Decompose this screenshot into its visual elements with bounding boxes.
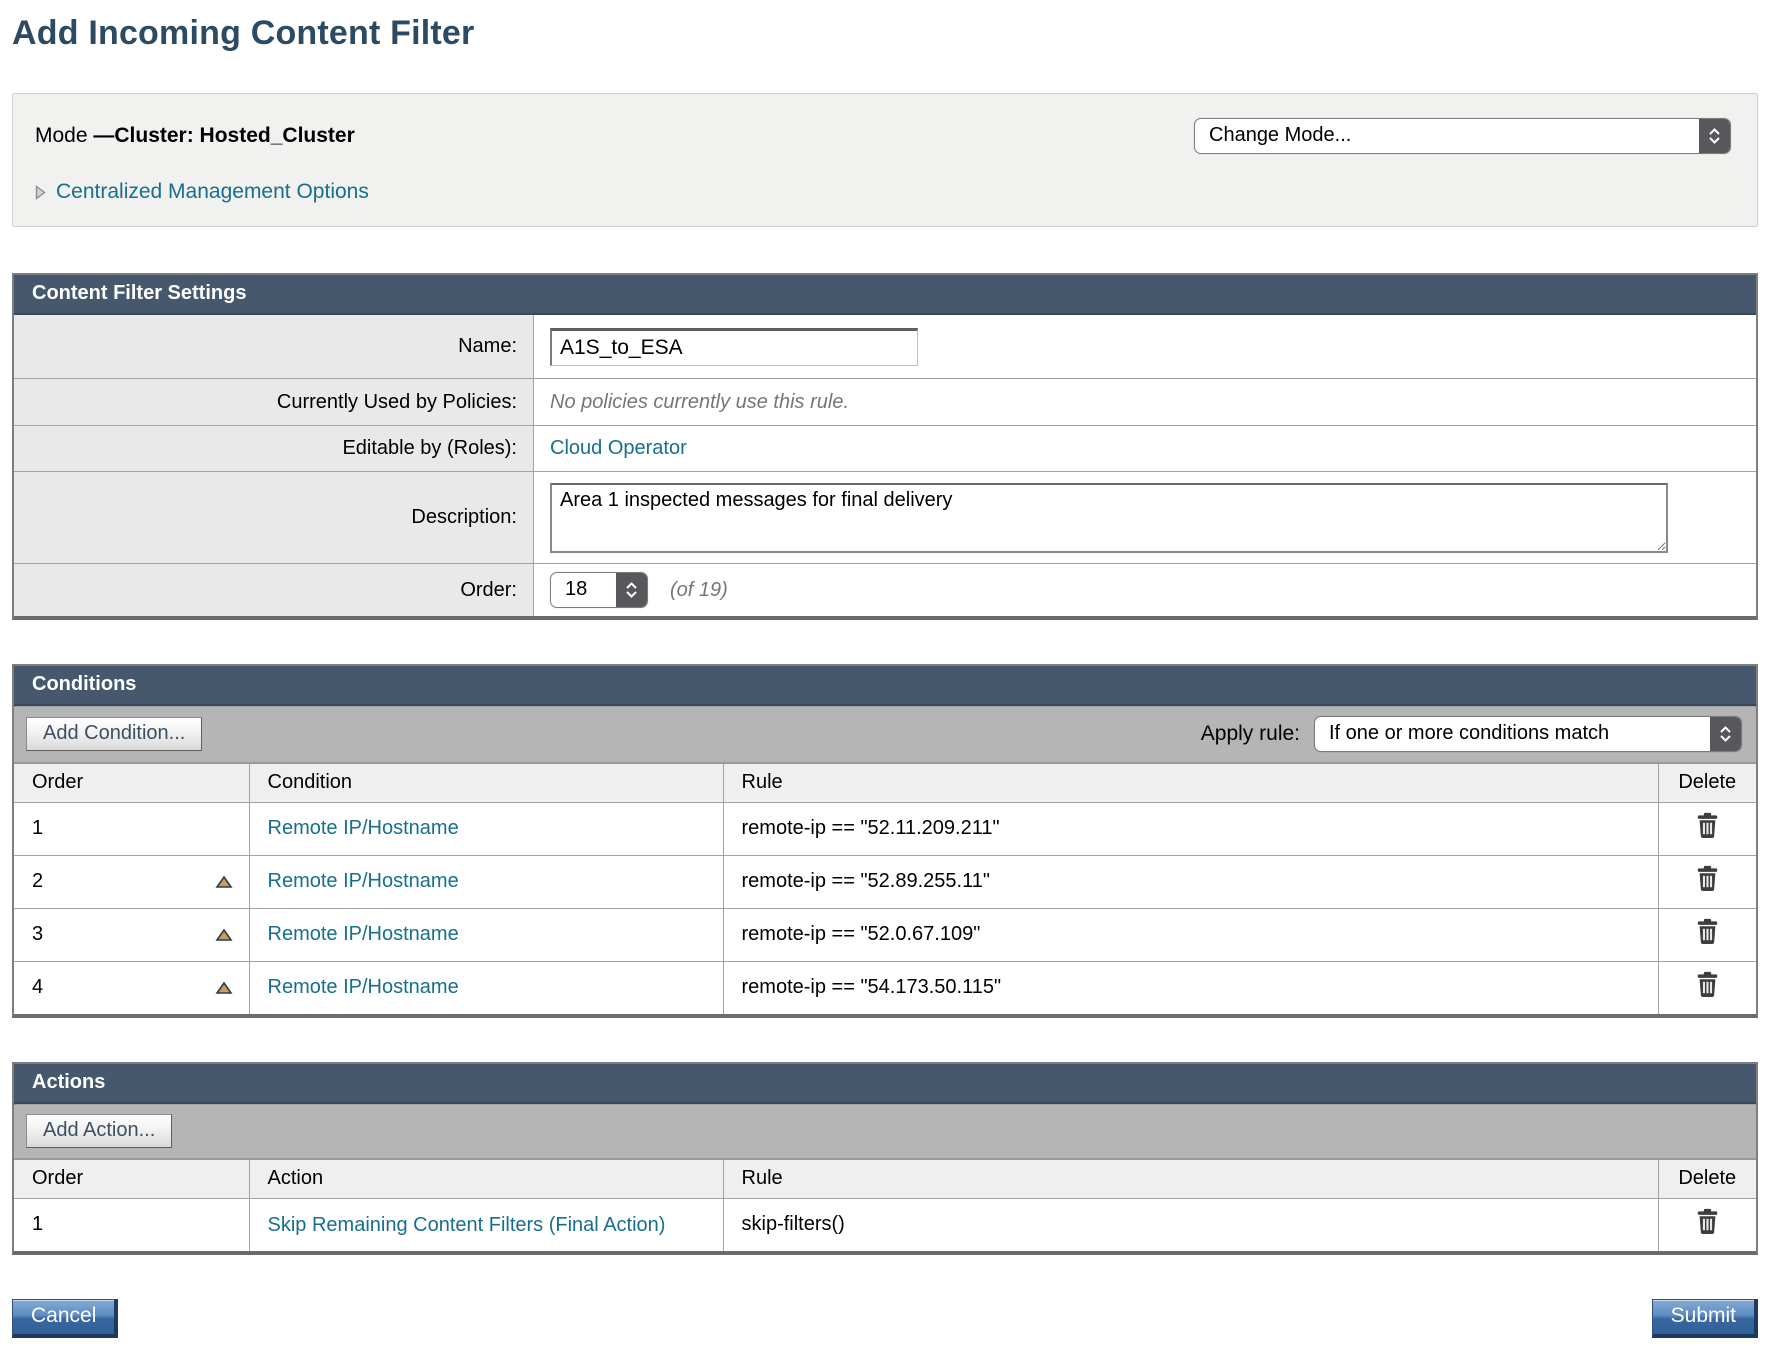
condition-rule: remote-ip == "52.11.209.211" — [742, 817, 1000, 839]
name-label: Name: — [14, 315, 534, 378]
column-header-rule: Rule — [723, 763, 1658, 803]
move-up-icon[interactable] — [215, 928, 233, 942]
delete-icon[interactable] — [1695, 918, 1720, 945]
change-mode-select-value: Change Mode... — [1195, 119, 1699, 153]
disclosure-triangle-icon[interactable] — [35, 185, 46, 200]
add-action-button[interactable]: Add Action... — [26, 1114, 172, 1148]
actions-table: Order Action Rule Delete 1 Skip Remainin… — [14, 1158, 1756, 1251]
actions-header: Actions — [14, 1064, 1756, 1104]
column-header-delete: Delete — [1658, 763, 1756, 803]
table-row: 2 Remote IP/Hostname remote-ip == "52.89… — [14, 856, 1756, 909]
editable-roles-link[interactable]: Cloud Operator — [550, 437, 687, 460]
conditions-table: Order Condition Rule Delete 1 Remote IP/… — [14, 762, 1756, 1014]
order-select[interactable]: 18 — [550, 572, 648, 608]
mode-value: —Cluster: Hosted_Cluster — [93, 124, 354, 147]
condition-link[interactable]: Remote IP/Hostname — [268, 870, 459, 892]
content-filter-settings-panel: Content Filter Settings Name: Currently … — [12, 273, 1758, 620]
action-order: 1 — [32, 1213, 43, 1236]
table-row: 1 Remote IP/Hostname remote-ip == "52.11… — [14, 803, 1756, 856]
policies-value: No policies currently use this rule. — [550, 391, 849, 414]
condition-rule: remote-ip == "54.173.50.115" — [742, 976, 1002, 998]
condition-link[interactable]: Remote IP/Hostname — [268, 976, 459, 998]
condition-order: 3 — [32, 923, 43, 946]
order-select-value: 18 — [551, 573, 616, 607]
page-title: Add Incoming Content Filter — [12, 14, 1758, 53]
apply-rule-select[interactable]: If one or more conditions match — [1314, 716, 1742, 752]
column-header-condition: Condition — [249, 763, 723, 803]
delete-icon[interactable] — [1695, 1208, 1720, 1235]
centralized-management-options-label: Centralized Management Options — [56, 180, 369, 204]
apply-rule-select-value: If one or more conditions match — [1315, 717, 1710, 751]
content-filter-settings-header: Content Filter Settings — [14, 275, 1756, 315]
submit-button[interactable]: Submit — [1652, 1299, 1758, 1338]
column-header-order: Order — [14, 763, 249, 803]
name-input[interactable] — [550, 328, 918, 366]
condition-order: 4 — [32, 976, 43, 999]
condition-rule: remote-ip == "52.0.67.109" — [742, 923, 981, 945]
action-rule: skip-filters() — [742, 1213, 845, 1235]
cancel-button[interactable]: Cancel — [12, 1299, 118, 1338]
condition-order: 1 — [32, 817, 43, 840]
move-up-icon[interactable] — [215, 981, 233, 995]
description-textarea[interactable]: Area 1 inspected messages for final deli… — [550, 483, 1668, 553]
delete-icon[interactable] — [1695, 971, 1720, 998]
mode-text: Mode —Cluster: Hosted_Cluster — [35, 118, 355, 148]
centralized-management-options-link[interactable]: Centralized Management Options — [35, 180, 1731, 204]
actions-panel: Actions Add Action... Order Action Rule … — [12, 1062, 1758, 1255]
table-row: 3 Remote IP/Hostname remote-ip == "52.0.… — [14, 909, 1756, 962]
action-link[interactable]: Skip Remaining Content Filters (Final Ac… — [268, 1212, 666, 1238]
move-up-icon[interactable] — [215, 875, 233, 889]
change-mode-select[interactable]: Change Mode... — [1194, 118, 1731, 154]
mode-label: Mode — [35, 124, 93, 147]
delete-icon[interactable] — [1695, 812, 1720, 839]
select-stepper-icon — [616, 573, 647, 607]
page: Add Incoming Content Filter Mode —Cluste… — [0, 0, 1770, 1358]
condition-rule: remote-ip == "52.89.255.11" — [742, 870, 990, 892]
column-header-rule: Rule — [723, 1159, 1658, 1199]
select-stepper-icon — [1699, 119, 1730, 153]
order-label: Order: — [14, 564, 534, 616]
select-stepper-icon — [1710, 717, 1741, 751]
policies-label: Currently Used by Policies: — [14, 379, 534, 425]
column-header-delete: Delete — [1658, 1159, 1756, 1199]
column-header-action: Action — [249, 1159, 723, 1199]
editable-roles-label: Editable by (Roles): — [14, 426, 534, 471]
table-row: 4 Remote IP/Hostname remote-ip == "54.17… — [14, 962, 1756, 1015]
conditions-header: Conditions — [14, 666, 1756, 706]
description-label: Description: — [14, 472, 534, 563]
conditions-panel: Conditions Add Condition... Apply rule: … — [12, 664, 1758, 1018]
condition-order: 2 — [32, 870, 43, 893]
add-condition-button[interactable]: Add Condition... — [26, 717, 202, 751]
condition-link[interactable]: Remote IP/Hostname — [268, 817, 459, 839]
column-header-order: Order — [14, 1159, 249, 1199]
order-total: (of 19) — [670, 579, 728, 602]
condition-link[interactable]: Remote IP/Hostname — [268, 923, 459, 945]
table-row: 1 Skip Remaining Content Filters (Final … — [14, 1199, 1756, 1252]
apply-rule-label: Apply rule: — [1201, 722, 1300, 746]
mode-box: Mode —Cluster: Hosted_Cluster Change Mod… — [12, 93, 1758, 227]
delete-icon[interactable] — [1695, 865, 1720, 892]
